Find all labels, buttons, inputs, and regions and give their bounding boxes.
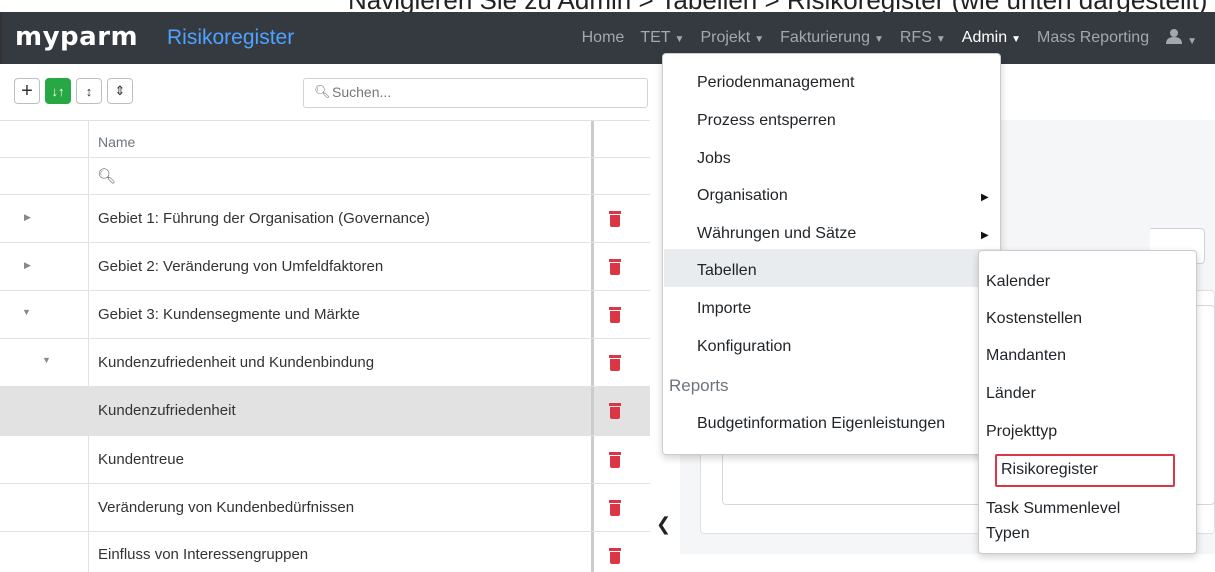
brand-logo[interactable]: myparm — [15, 22, 138, 52]
trash-icon[interactable] — [608, 500, 622, 516]
table-row[interactable]: Kundentreue — [0, 436, 650, 484]
user-icon — [1166, 28, 1183, 44]
plus-icon: + — [21, 79, 33, 102]
table-row[interactable]: ▶ Gebiet 2: Veränderung von Umfeldfaktor… — [0, 243, 650, 291]
caret-right-icon: ▶ — [981, 230, 989, 241]
menu-item-prozess-entsperren[interactable]: Prozess entsperren — [697, 112, 836, 130]
submenu-item-kalender[interactable]: Kalender — [986, 273, 1050, 291]
nav-fakturierung[interactable]: Fakturierung ▼ — [772, 29, 892, 47]
menu-item-importe[interactable]: Importe — [697, 300, 751, 318]
caret-down-icon: ▼ — [935, 34, 946, 45]
chevron-right-icon[interactable]: ▶ — [24, 212, 31, 223]
trash-icon[interactable] — [608, 211, 622, 227]
search-input[interactable] — [332, 84, 632, 100]
chevron-down-icon[interactable]: ▼ — [22, 307, 31, 317]
table-row[interactable]: Kundenzufriedenheit — [0, 387, 650, 436]
grid-header-row: Name — [0, 121, 650, 158]
submenu-item-kostenstellen[interactable]: Kostenstellen — [986, 310, 1082, 328]
user-menu[interactable]: ▼ — [1157, 28, 1205, 49]
collapse-icon: ⇕ — [114, 83, 126, 98]
menu-item-konfiguration[interactable]: Konfiguration — [697, 338, 791, 356]
submenu-item-task-summenlevel[interactable]: Task Summenlevel — [986, 500, 1120, 518]
menu-item-budgetinformation[interactable]: Budgetinformation Eigenleistungen — [697, 415, 945, 433]
column-header-name[interactable]: Name — [98, 134, 135, 150]
sort-button[interactable]: ↓↑ — [45, 78, 71, 104]
table-row[interactable]: ▶ Gebiet 1: Führung der Organisation (Go… — [0, 195, 650, 243]
nav-admin[interactable]: Admin ▼ — [954, 29, 1029, 47]
grid-toolbar: + ↓↑ ↕ ⇕ — [14, 78, 133, 104]
caret-down-icon: ▼ — [674, 34, 685, 45]
menu-item-tabellen[interactable]: Tabellen — [697, 262, 757, 280]
table-row[interactable]: ▼ Kundenzufriedenheit und Kundenbindung — [0, 339, 650, 387]
table-row[interactable]: Veränderung von Kundenbedürfnissen — [0, 484, 650, 532]
tabellen-submenu: Kalender Kostenstellen Mandanten Länder … — [978, 250, 1197, 554]
instruction-banner: Navigieren Sie zu Admin > Tabellen > Ris… — [0, 0, 1215, 12]
nav-rfs[interactable]: RFS ▼ — [892, 29, 954, 47]
row-label: Gebiet 2: Veränderung von Umfeldfaktoren — [98, 258, 384, 275]
menu-item-organisation[interactable]: Organisation — [697, 187, 788, 205]
table-row[interactable]: ▼ Gebiet 3: Kundensegmente und Märkte — [0, 291, 650, 339]
expand-all-button[interactable]: ↕ — [76, 78, 102, 104]
nav-projekt[interactable]: Projekt ▼ — [692, 29, 772, 47]
tree-grid: Name 🔍︎ ▶ Gebiet 1: Führung der Organisa… — [0, 120, 650, 572]
nav-home[interactable]: Home — [574, 29, 633, 47]
trash-icon[interactable] — [608, 355, 622, 371]
expand-icon: ↕ — [85, 83, 93, 99]
row-label: Gebiet 3: Kundensegmente und Märkte — [98, 306, 360, 323]
add-button[interactable]: + — [14, 78, 40, 104]
nav-mass-reporting[interactable]: Mass Reporting — [1029, 29, 1157, 47]
row-label: Veränderung von Kundenbedürfnissen — [98, 499, 355, 516]
collapse-all-button[interactable]: ⇕ — [107, 78, 133, 104]
caret-down-icon: ▼ — [1187, 35, 1197, 47]
nav-tet[interactable]: TET ▼ — [632, 29, 692, 47]
caret-down-icon: ▼ — [873, 34, 884, 45]
trash-icon[interactable] — [608, 307, 622, 323]
instruction-text: Navigieren Sie zu Admin > Tabellen > Ris… — [348, 0, 1207, 12]
row-label: Kundenzufriedenheit und Kundenbindung — [98, 354, 375, 371]
table-row[interactable]: Einfluss von Interessengruppen — [0, 532, 650, 572]
submenu-item-risikoregister[interactable]: Risikoregister — [1001, 461, 1098, 479]
trash-icon[interactable] — [608, 403, 622, 419]
caret-right-icon: ▶ — [981, 192, 989, 203]
menu-item-waehrungen-und-saetze[interactable]: Währungen und Sätze — [697, 225, 856, 243]
filter-row: 🔍︎ — [0, 158, 650, 195]
row-label: Kundentreue — [98, 451, 184, 468]
submenu-item-laender[interactable]: Länder — [986, 385, 1036, 403]
submenu-item-projekttyp[interactable]: Projekttyp — [986, 423, 1057, 441]
row-label: Einfluss von Interessengruppen — [98, 546, 309, 563]
submenu-item-mandanten[interactable]: Mandanten — [986, 347, 1066, 365]
caret-down-icon: ▼ — [1011, 34, 1022, 45]
top-navbar: myparm Risikoregister Home TET ▼ Projekt ▼… — [0, 12, 1215, 64]
app-title: Risikoregister — [167, 26, 295, 49]
search-icon: 🔍︎ — [314, 84, 331, 99]
search-field[interactable]: 🔍︎ — [303, 78, 648, 108]
trash-icon[interactable] — [608, 548, 622, 564]
admin-dropdown-menu: Periodenmanagement Prozess entsperren Jo… — [662, 53, 1001, 455]
sort-icon: ↓↑ — [51, 83, 65, 99]
chevron-right-icon[interactable]: ▶ — [24, 260, 31, 271]
trash-icon[interactable] — [608, 452, 622, 468]
chevron-down-icon[interactable]: ▼ — [42, 355, 51, 365]
menu-item-periodenmanagement[interactable]: Periodenmanagement — [697, 74, 854, 92]
row-label: Kundenzufriedenheit — [98, 402, 236, 419]
caret-down-icon: ▼ — [754, 34, 765, 45]
chevron-left-icon[interactable]: ❮ — [656, 514, 671, 535]
search-icon[interactable]: 🔍︎ — [97, 167, 116, 185]
menu-header-reports: Reports — [669, 376, 729, 395]
trash-icon[interactable] — [608, 259, 622, 275]
menu-item-jobs[interactable]: Jobs — [697, 150, 731, 168]
row-label: Gebiet 1: Führung der Organisation (Gove… — [98, 210, 430, 227]
submenu-item-typen[interactable]: Typen — [986, 525, 1030, 543]
